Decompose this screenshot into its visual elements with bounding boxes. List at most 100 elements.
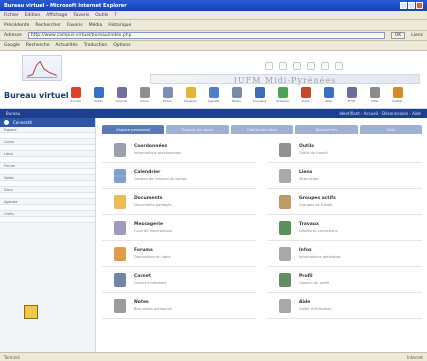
strip-right[interactable]: Identifiant - Accueil - Déconnexion - Ai… (339, 111, 421, 116)
app-nav: Accueil Outils Courrier Cours Forum Dossiers A… (64, 87, 409, 103)
strip-left[interactable]: Bureau (6, 111, 20, 116)
links-icon (279, 168, 291, 183)
appnav-item[interactable]: Outils (87, 87, 110, 103)
toolbar-button[interactable]: Rechercher (35, 23, 60, 28)
service-item[interactable]: Carnet Carnet d'adresses (102, 267, 257, 293)
tab-item[interactable]: Espace de cours (166, 125, 229, 134)
appnav-item[interactable]: Cours (133, 87, 156, 103)
toolbar-button[interactable]: Historique (108, 23, 131, 28)
service-description: Informations générales (299, 255, 341, 259)
service-item[interactable]: Liens Sites utiles (267, 163, 422, 189)
toolbar-button[interactable]: Favoris (67, 23, 83, 28)
service-title: Liens (299, 170, 313, 175)
service-item[interactable]: Coordonnées Informations personnelles (102, 137, 257, 163)
window-controls (400, 2, 423, 9)
service-description: Carnet d'adresses (134, 281, 167, 285)
service-title: Carnet (134, 274, 151, 279)
service-title: Infos (299, 248, 312, 253)
appnav-item[interactable]: Agenda (202, 87, 225, 103)
tab-item[interactable]: Ressources (295, 125, 358, 134)
appnav-item[interactable]: Notes (225, 87, 248, 103)
minimize-button[interactable] (400, 2, 407, 9)
menu-item[interactable]: Affichage (46, 13, 67, 18)
menu-item[interactable]: Outils (95, 13, 108, 18)
logo-graph (26, 60, 58, 78)
shortcut-icon[interactable] (293, 62, 301, 70)
shortcut-icon[interactable] (265, 62, 273, 70)
service-text: Forums Discussions en ligne (134, 248, 171, 259)
go-button[interactable]: OK (390, 32, 406, 39)
user-icon (4, 120, 9, 125)
appnav-item[interactable]: Aide (317, 87, 340, 103)
service-description: Outils de travail (299, 151, 328, 155)
address-bar: Adresse http://www.campus-virtuel/bureau… (0, 31, 427, 41)
link-item[interactable]: Actualités (56, 43, 78, 48)
service-item[interactable]: Groupes actifs Groupes de travail (267, 189, 422, 215)
shortcut-icon[interactable] (335, 62, 343, 70)
appnav-label: Liens (301, 99, 310, 103)
service-text: Aide Guide d'utilisation (299, 300, 332, 311)
menu-item[interactable]: ? (114, 13, 116, 18)
site-title-bar: IUFM Midi-Pyrénées (150, 74, 420, 85)
service-item[interactable]: Calendrier Gestion de l'emploi du temps (102, 163, 257, 189)
link-item[interactable]: Recherche (26, 43, 50, 48)
appnav-item[interactable]: Accueil (64, 87, 87, 103)
note-icon[interactable] (24, 305, 38, 319)
service-item[interactable]: Aide Guide d'utilisation (267, 293, 422, 319)
appnav-item[interactable]: Annuaire (248, 87, 271, 103)
sidebar-list: Espace Cours Liens Forum Notes Docs Agenda Outi… (0, 127, 95, 223)
shortcut-icon[interactable] (279, 62, 287, 70)
shortcut-icon[interactable] (321, 62, 329, 70)
menu-item[interactable]: Edition (25, 13, 41, 18)
service-item[interactable]: Profil Gestion du profil (267, 267, 422, 293)
profile-icon (279, 272, 291, 287)
appnav-item[interactable]: Quitter (386, 87, 409, 103)
appnav-item[interactable]: Dossiers (179, 87, 202, 103)
menu-item[interactable]: Fichier (4, 13, 19, 18)
toolbar-button[interactable]: Précédente (4, 23, 29, 28)
service-title: Forums (134, 248, 153, 253)
service-description: Documents partagés (134, 203, 172, 207)
tab-item[interactable]: Aide (359, 125, 423, 134)
sidebar-item[interactable] (0, 217, 95, 223)
shortcut-icon[interactable] (307, 62, 315, 70)
service-description: Guide d'utilisation (299, 307, 332, 311)
links-label[interactable]: Liens (411, 33, 423, 38)
service-item[interactable]: Travaux Dépôts et corrections (267, 215, 422, 241)
service-description: Bloc-notes personnel (134, 307, 172, 311)
address-input[interactable]: http://www.campus-virtuel/bureau/index.p… (27, 32, 385, 39)
appnav-label: Accueil (70, 99, 81, 103)
tab-item[interactable]: Communication (230, 125, 294, 134)
service-title: Calendrier (134, 170, 161, 175)
service-item[interactable]: Outils Outils de travail (267, 137, 422, 163)
site-banner: IUFM Midi-Pyrénées Bureau virtuel Accuei… (0, 51, 427, 109)
appnav-item[interactable]: Courrier (110, 87, 133, 103)
service-title: Travaux (299, 222, 319, 227)
maximize-button[interactable] (408, 2, 415, 9)
tab-item[interactable]: Espace personnel (102, 125, 165, 134)
link-item[interactable]: Google (4, 43, 20, 48)
menu-item[interactable]: Favoris (73, 13, 89, 18)
service-title: Aide (299, 300, 311, 305)
service-item[interactable]: Messagerie Courrier électronique (102, 215, 257, 241)
link-item[interactable]: Traduction (84, 43, 108, 48)
appnav-item[interactable]: Profil (340, 87, 363, 103)
service-item[interactable]: Documents Documents partagés (102, 189, 257, 215)
appnav-label: Infos (370, 99, 379, 103)
service-item[interactable]: Infos Informations générales (267, 241, 422, 267)
service-title: Messagerie (134, 222, 164, 227)
appnav-item[interactable]: Groupes (271, 87, 294, 103)
appnav-item[interactable]: Infos (363, 87, 386, 103)
main-panel: Espace personnel Espace de cours Communica… (102, 125, 423, 347)
close-button[interactable] (416, 2, 423, 9)
service-item[interactable]: Notes Bloc-notes personnel (102, 293, 257, 319)
service-item[interactable]: Forums Discussions en ligne (102, 241, 257, 267)
toolbar-button[interactable]: Média (89, 23, 103, 28)
link-item[interactable]: Options (113, 43, 130, 48)
tree-icon (279, 220, 291, 235)
appnav-item[interactable]: Liens (294, 87, 317, 103)
mail-icon (114, 220, 126, 235)
service-text: Notes Bloc-notes personnel (134, 300, 172, 311)
service-text: Coordonnées Informations personnelles (134, 144, 181, 155)
appnav-item[interactable]: Forum (156, 87, 179, 103)
